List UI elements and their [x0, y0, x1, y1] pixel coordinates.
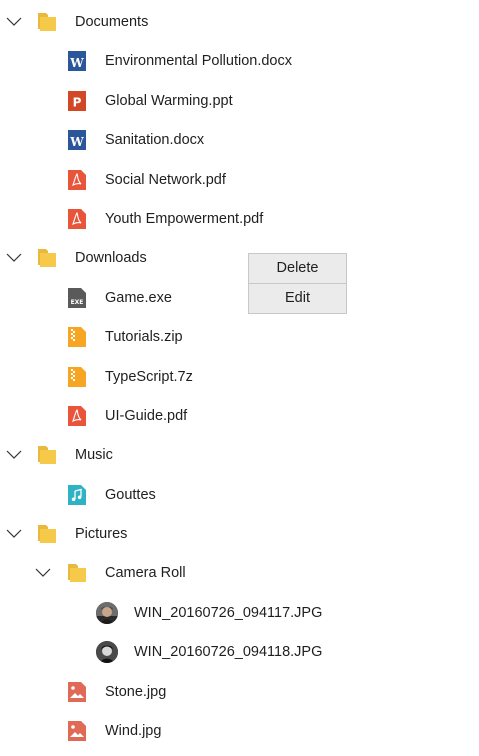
folder-label: Documents [75, 14, 149, 30]
file-label: Game.exe [105, 289, 172, 306]
delete-menu-item[interactable]: Delete [249, 254, 346, 283]
file-item[interactable]: Wind.jpg [0, 711, 479, 750]
tree-node-camera-roll[interactable]: Camera Roll [0, 553, 479, 592]
file-item[interactable]: WIN_20160726_094117.JPG [0, 593, 479, 632]
svg-text:W: W [69, 135, 84, 149]
file-item[interactable]: UI-Guide.pdf [0, 396, 479, 435]
word-doc-icon: W [67, 50, 87, 72]
photo-thumbnail [96, 641, 118, 664]
pdf-icon [67, 169, 87, 191]
word-doc-icon: W [67, 129, 87, 151]
folder-icon [37, 247, 57, 269]
folder-icon [67, 562, 87, 584]
file-item[interactable]: Tutorials.zip [0, 317, 479, 356]
file-label: Environmental Pollution.docx [105, 53, 292, 70]
image-icon [67, 681, 87, 703]
context-menu: Delete Edit [248, 253, 347, 314]
file-item[interactable]: TypeScript.7z [0, 357, 479, 396]
folder-label: Downloads [75, 250, 147, 267]
zip-icon [67, 366, 87, 388]
file-label: Youth Empowerment.pdf [105, 210, 264, 227]
powerpoint-icon: P [67, 90, 87, 112]
image-icon [67, 720, 87, 742]
file-item[interactable]: WIN_20160726_094118.JPG [0, 632, 479, 671]
file-label: TypeScript.7z [105, 368, 193, 385]
file-item[interactable]: P Global Warming.ppt [0, 81, 479, 120]
file-label: Stone.jpg [105, 683, 167, 700]
zip-icon [67, 326, 87, 348]
exe-icon: EXE [67, 287, 87, 309]
file-item[interactable]: W Environmental Pollution.docx [0, 41, 479, 80]
file-item[interactable]: EXE Game.exe [0, 278, 479, 317]
chevron-down-icon[interactable] [6, 526, 22, 540]
folder-icon [37, 523, 57, 545]
file-label: UI-Guide.pdf [105, 407, 188, 424]
file-label: Wind.jpg [105, 723, 162, 740]
folder-label: Pictures [75, 526, 128, 543]
edit-menu-item[interactable]: Edit [249, 283, 346, 313]
file-label: WIN_20160726_094117.JPG [134, 604, 323, 621]
folder-icon [37, 444, 57, 466]
pdf-icon [67, 208, 87, 230]
file-label: WIN_20160726_094118.JPG [134, 644, 323, 661]
file-tree: Documents W Environmental Pollution.docx… [0, 2, 479, 750]
file-label: Gouttes [105, 486, 156, 503]
tree-node-music[interactable]: Music [0, 435, 479, 474]
file-label: Sanitation.docx [105, 132, 205, 149]
folder-icon [37, 11, 57, 33]
chevron-down-icon[interactable] [6, 447, 22, 461]
svg-text:W: W [69, 56, 84, 70]
tree-node-downloads[interactable]: Downloads [0, 238, 479, 277]
pdf-icon [67, 405, 87, 427]
tree-node-documents[interactable]: Documents [0, 2, 479, 41]
chevron-down-icon[interactable] [6, 14, 22, 28]
svg-text:P: P [73, 95, 82, 109]
file-label: Tutorials.zip [105, 329, 183, 346]
chevron-down-icon[interactable] [35, 565, 51, 579]
file-item[interactable]: Stone.jpg [0, 672, 479, 711]
photo-thumbnail [96, 601, 118, 624]
folder-label: Music [75, 447, 113, 464]
file-item[interactable]: Gouttes [0, 475, 479, 514]
file-item[interactable]: Social Network.pdf [0, 160, 479, 199]
file-item[interactable]: W Sanitation.docx [0, 120, 479, 159]
file-item[interactable]: Youth Empowerment.pdf [0, 199, 479, 238]
file-label: Social Network.pdf [105, 171, 226, 188]
chevron-down-icon[interactable] [6, 250, 22, 264]
music-icon [67, 484, 87, 506]
folder-label: Camera Roll [105, 565, 186, 582]
tree-node-pictures[interactable]: Pictures [0, 514, 479, 553]
file-label: Global Warming.ppt [105, 92, 233, 109]
svg-text:EXE: EXE [71, 299, 84, 306]
